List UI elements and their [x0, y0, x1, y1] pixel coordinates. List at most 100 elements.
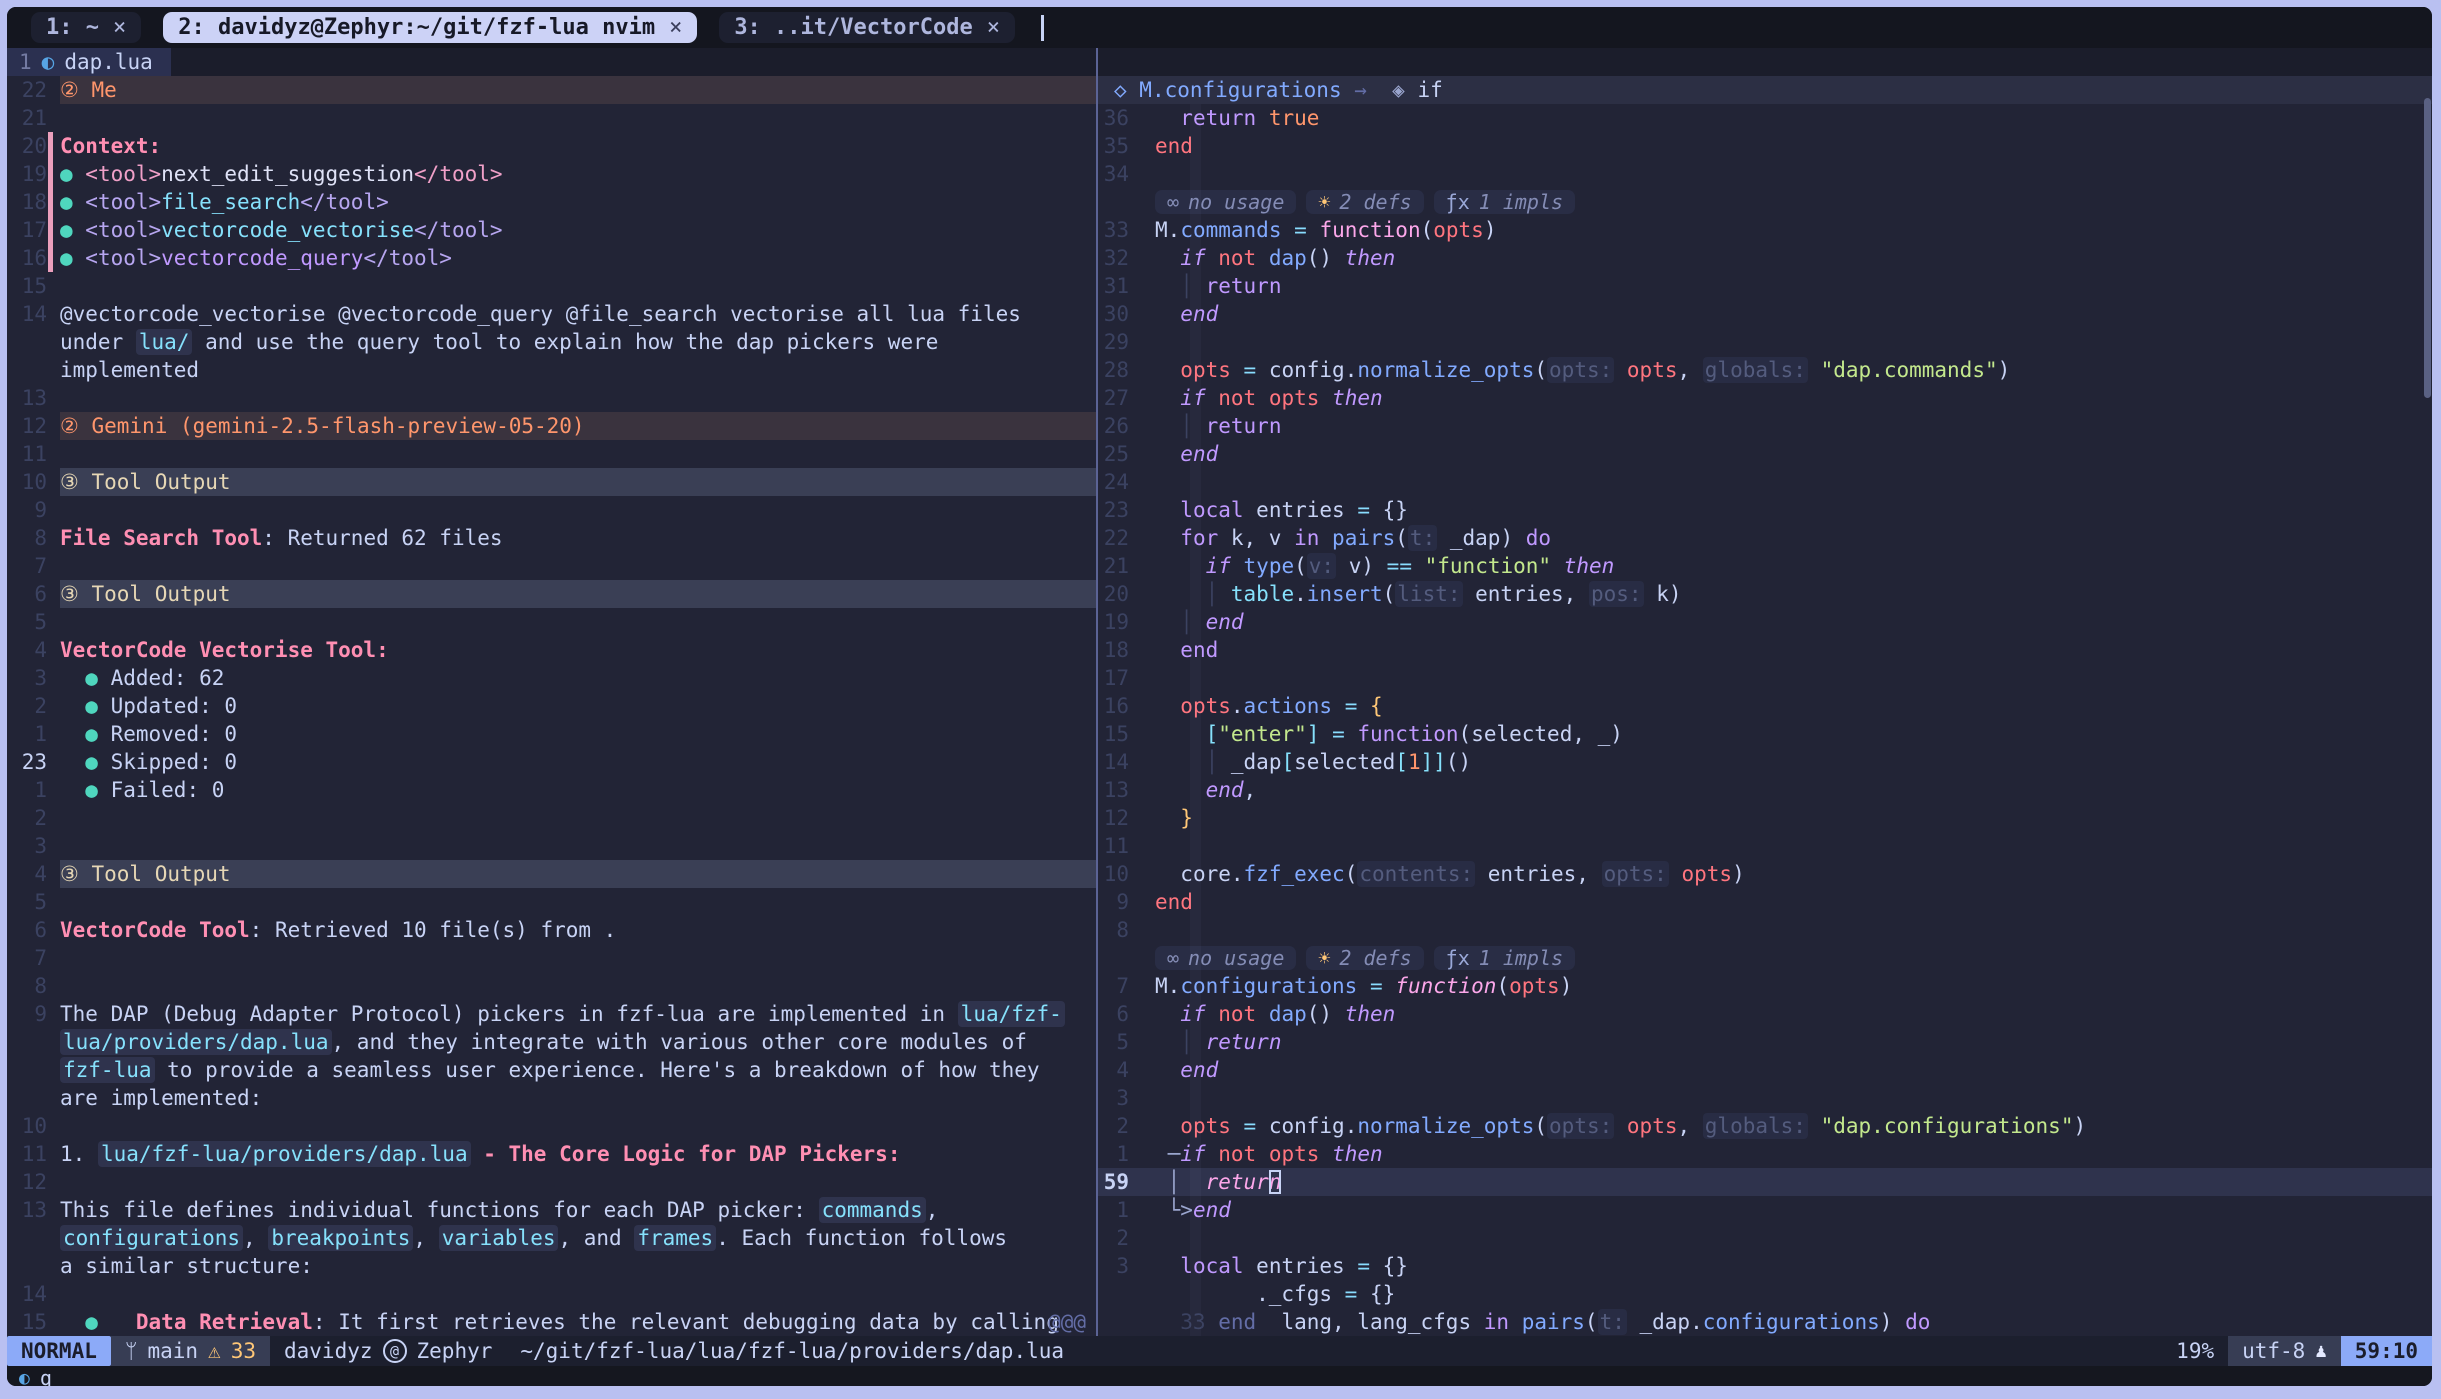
code-line[interactable]: 5 │ return	[1098, 1028, 2432, 1056]
buffer-tab[interactable]: 1◐dap.lua	[7, 48, 171, 76]
code-line[interactable]: ∞no usage☀2 defsƒx1 impls	[1098, 188, 2432, 216]
chat-line[interactable]: 6VectorCode Tool: Retrieved 10 file(s) f…	[7, 916, 1096, 944]
chat-line[interactable]: 4③ Tool Output	[7, 860, 1096, 888]
chat-line[interactable]: 14@vectorcode_vectorise @vectorcode_quer…	[7, 300, 1096, 328]
scrollbar-thumb[interactable]	[2424, 98, 2431, 398]
code-line[interactable]: 2	[1098, 1224, 2432, 1252]
chat-line[interactable]: 111. lua/fzf-lua/providers/dap.lua - The…	[7, 1140, 1096, 1168]
chat-pane[interactable]: 1◐dap.lua22② Me2120Context:19● <tool>nex…	[7, 48, 1096, 1336]
chat-line[interactable]: 10③ Tool Output	[7, 468, 1096, 496]
code-line[interactable]: 19 │ end	[1098, 608, 2432, 636]
code-line[interactable]: ◇ M.configurations → ◈ if	[1098, 76, 2432, 104]
code-line[interactable]: 11	[1098, 832, 2432, 860]
chat-line[interactable]: 19● <tool>next_edit_suggestion</tool>	[7, 160, 1096, 188]
chat-line[interactable]: 1◐dap.lua	[7, 48, 1096, 76]
chat-line[interactable]: 9	[7, 496, 1096, 524]
code-line[interactable]: 1 └>end	[1098, 1196, 2432, 1224]
code-line[interactable]: 22 for k, v in pairs(t: _dap) do	[1098, 524, 2432, 552]
chat-line[interactable]: 4VectorCode Vectorise Tool:	[7, 636, 1096, 664]
code-line[interactable]: ._cfgs = {}	[1098, 1280, 2432, 1308]
close-icon[interactable]: ×	[987, 15, 1000, 40]
chat-line[interactable]: 13This file defines individual functions…	[7, 1196, 1096, 1224]
tmux-tab-3[interactable]: 3: ..it/VectorCode×	[719, 12, 1015, 43]
code-line[interactable]: 28 opts = config.normalize_opts(opts: op…	[1098, 356, 2432, 384]
chat-line[interactable]: 12② Gemini (gemini-2.5-flash-preview-05-…	[7, 412, 1096, 440]
code-line[interactable]: 32 if not dap() then	[1098, 244, 2432, 272]
tmux-tab-2[interactable]: 2: davidyz@Zephyr:~/git/fzf-lua nvim×	[163, 12, 697, 43]
code-line[interactable]: 24	[1098, 468, 2432, 496]
chat-line[interactable]: 7	[7, 552, 1096, 580]
code-line[interactable]: ∞no usage☀2 defsƒx1 impls	[1098, 944, 2432, 972]
chat-line[interactable]: 2 ● Updated: 0	[7, 692, 1096, 720]
chat-line[interactable]: 5	[7, 888, 1096, 916]
code-line[interactable]: 36 return true	[1098, 104, 2432, 132]
code-line[interactable]: 20 │ table.insert(list: entries, pos: k)	[1098, 580, 2432, 608]
chat-line[interactable]: 8	[7, 972, 1096, 1000]
chat-line[interactable]: 2	[7, 804, 1096, 832]
code-line[interactable]: 8	[1098, 916, 2432, 944]
code-line[interactable]: 6 if not dap() then	[1098, 1000, 2432, 1028]
code-line[interactable]: 13 end,	[1098, 776, 2432, 804]
chat-line[interactable]: 8File Search Tool: Returned 62 files	[7, 524, 1096, 552]
cmdline[interactable]: ◐ q	[7, 1366, 2432, 1386]
code-line[interactable]: 30 end	[1098, 300, 2432, 328]
chat-line[interactable]: 18● <tool>file_search</tool>	[7, 188, 1096, 216]
code-line[interactable]: 35end	[1098, 132, 2432, 160]
chat-line[interactable]: 22② Me	[7, 76, 1096, 104]
code-line[interactable]: 29	[1098, 328, 2432, 356]
code-line[interactable]: 15 ["enter"] = function(selected, _)	[1098, 720, 2432, 748]
chat-line[interactable]: lua/providers/dap.lua, and they integrat…	[7, 1028, 1096, 1056]
chat-line[interactable]: 15 ● Data Retrieval: It first retrieves …	[7, 1308, 1096, 1336]
code-line[interactable]: 16 opts.actions = {	[1098, 692, 2432, 720]
chat-line[interactable]: 20Context:	[7, 132, 1096, 160]
tmux-tab-1[interactable]: 1: ~×	[31, 12, 141, 43]
chat-line[interactable]: a similar structure:	[7, 1252, 1096, 1280]
code-line[interactable]	[1098, 48, 2432, 76]
code-line[interactable]: 31 │ return	[1098, 272, 2432, 300]
code-line[interactable]: 12 }	[1098, 804, 2432, 832]
code-line[interactable]: 7M.configurations = function(opts)	[1098, 972, 2432, 1000]
code-line[interactable]: 27 if not opts then	[1098, 384, 2432, 412]
chat-line[interactable]: under lua/ and use the query tool to exp…	[7, 328, 1096, 356]
code-line[interactable]: 26 │ return	[1098, 412, 2432, 440]
chat-line[interactable]: configurations, breakpoints, variables, …	[7, 1224, 1096, 1252]
code-line[interactable]: 33 end lang, lang_cfgs in pairs(t: _dap.…	[1098, 1308, 2432, 1336]
chat-line[interactable]: 15	[7, 272, 1096, 300]
chat-line[interactable]: 11	[7, 440, 1096, 468]
chat-line[interactable]: 3 ● Added: 62	[7, 664, 1096, 692]
code-line[interactable]: 23 local entries = {}	[1098, 496, 2432, 524]
code-line[interactable]: 3	[1098, 1084, 2432, 1112]
chat-line[interactable]: implemented	[7, 356, 1096, 384]
chat-line[interactable]: 3	[7, 832, 1096, 860]
chat-line[interactable]: 13	[7, 384, 1096, 412]
code-line[interactable]: 10 core.fzf_exec(contents: entries, opts…	[1098, 860, 2432, 888]
chat-line[interactable]: 1 ● Failed: 0	[7, 776, 1096, 804]
code-line[interactable]: 18 end	[1098, 636, 2432, 664]
code-line[interactable]: 4 end	[1098, 1056, 2432, 1084]
code-line[interactable]: 9end	[1098, 888, 2432, 916]
close-icon[interactable]: ×	[669, 15, 682, 40]
code-line[interactable]: 3 local entries = {}	[1098, 1252, 2432, 1280]
chat-line[interactable]: 21	[7, 104, 1096, 132]
chat-line[interactable]: 14	[7, 1280, 1096, 1308]
code-line[interactable]: 21 if type(v: v) == "function" then	[1098, 552, 2432, 580]
code-line[interactable]: 14 │ _dap[selected[1]]()	[1098, 748, 2432, 776]
code-line[interactable]: 1 ─if not opts then	[1098, 1140, 2432, 1168]
code-pane[interactable]: ◇ M.configurations → ◈ if36 return true3…	[1098, 48, 2432, 1336]
chat-line[interactable]: 17● <tool>vectorcode_vectorise</tool>	[7, 216, 1096, 244]
chat-line[interactable]: 16● <tool>vectorcode_query</tool>	[7, 244, 1096, 272]
code-line[interactable]: 59 │ return	[1098, 1168, 2432, 1196]
code-line[interactable]: 25 end	[1098, 440, 2432, 468]
close-icon[interactable]: ×	[113, 15, 126, 40]
chat-line[interactable]: 10	[7, 1112, 1096, 1140]
chat-line[interactable]: 12	[7, 1168, 1096, 1196]
chat-line[interactable]: 9The DAP (Debug Adapter Protocol) picker…	[7, 1000, 1096, 1028]
code-line[interactable]: 34	[1098, 160, 2432, 188]
git-segment[interactable]: ᛘmain ⚠33	[111, 1336, 270, 1366]
chat-line[interactable]: are implemented:	[7, 1084, 1096, 1112]
chat-line[interactable]: 7	[7, 944, 1096, 972]
code-line[interactable]: 2 opts = config.normalize_opts(opts: opt…	[1098, 1112, 2432, 1140]
chat-line[interactable]: 6③ Tool Output	[7, 580, 1096, 608]
chat-line[interactable]: 5	[7, 608, 1096, 636]
chat-line[interactable]: 23 ● Skipped: 0	[7, 748, 1096, 776]
